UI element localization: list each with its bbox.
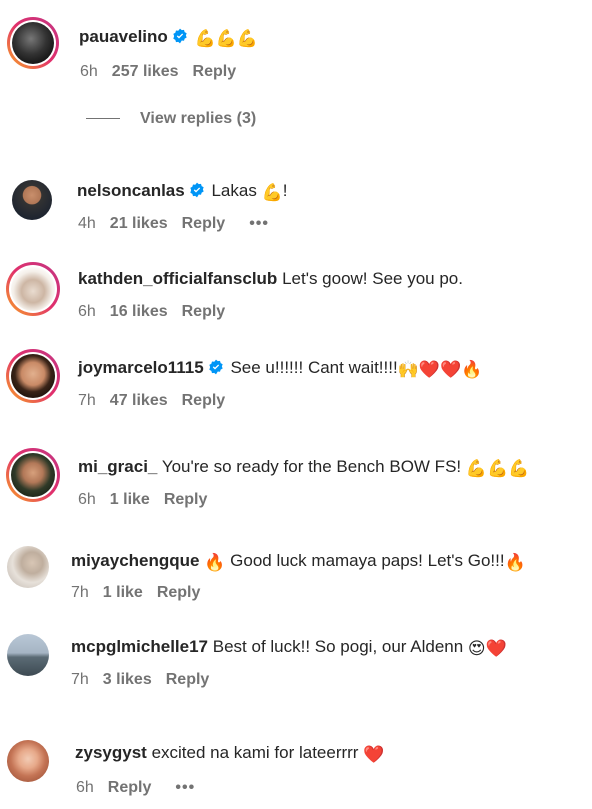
avatar[interactable] bbox=[12, 180, 52, 220]
avatar[interactable] bbox=[7, 634, 49, 676]
likes-count[interactable]: 3 likes bbox=[103, 671, 152, 688]
verified-badge-icon bbox=[190, 182, 204, 198]
comment-emoji: 💪 bbox=[261, 183, 283, 202]
reply-button[interactable]: Reply bbox=[166, 671, 210, 688]
timestamp: 6h bbox=[78, 303, 96, 320]
comment-text: See u!!!!!! Cant wait!!!! bbox=[230, 358, 398, 377]
comment-text: Let's goow! See you po. bbox=[282, 269, 463, 288]
comment-emoji: 💪💪💪 bbox=[465, 459, 530, 478]
reply-button[interactable]: Reply bbox=[182, 392, 226, 409]
username[interactable]: mi_graci_ bbox=[78, 457, 157, 476]
timestamp: 6h bbox=[78, 491, 96, 508]
timestamp: 6h bbox=[76, 779, 94, 796]
comment-emoji: 🔥 bbox=[504, 553, 526, 572]
comment-text: You're so ready for the Bench BOW FS! bbox=[161, 457, 462, 476]
likes-count[interactable]: 1 like bbox=[103, 584, 143, 601]
verified-badge-icon bbox=[173, 28, 187, 44]
divider bbox=[86, 118, 120, 120]
likes-count[interactable]: 16 likes bbox=[110, 303, 168, 320]
comment-emoji: 😍❤️ bbox=[467, 639, 507, 658]
comment-emoji: 💪💪💪 bbox=[194, 29, 259, 48]
reply-button[interactable]: Reply bbox=[182, 303, 226, 320]
username[interactable]: pauavelino bbox=[79, 27, 168, 46]
comment-text: Lakas bbox=[211, 181, 257, 200]
avatar[interactable] bbox=[6, 262, 60, 316]
username[interactable]: miyaychengque bbox=[71, 551, 200, 570]
more-options-icon[interactable]: ••• bbox=[175, 778, 195, 798]
timestamp: 6h bbox=[80, 63, 98, 80]
username[interactable]: mcpglmichelle17 bbox=[71, 637, 208, 656]
likes-count[interactable]: 257 likes bbox=[112, 63, 179, 80]
view-replies-label[interactable]: View replies (3) bbox=[140, 110, 256, 127]
username[interactable]: nelsoncanlas bbox=[77, 181, 185, 200]
likes-count[interactable]: 21 likes bbox=[110, 215, 168, 232]
comment-emoji: ❤️ bbox=[363, 745, 385, 764]
avatar[interactable] bbox=[6, 448, 60, 502]
comment-text: Best of luck!! So pogi, our Aldenn bbox=[212, 637, 464, 656]
likes-count[interactable]: 1 like bbox=[110, 491, 150, 508]
reply-button[interactable]: Reply bbox=[164, 491, 208, 508]
reply-button[interactable]: Reply bbox=[182, 215, 226, 232]
comment-emoji: 🔥 bbox=[204, 553, 226, 572]
avatar[interactable] bbox=[6, 349, 60, 403]
reply-button[interactable]: Reply bbox=[108, 779, 152, 796]
timestamp: 7h bbox=[71, 671, 89, 688]
comment-text: Good luck mamaya paps! Let's Go!!! bbox=[230, 551, 505, 570]
comment-emoji: 🙌❤️❤️🔥 bbox=[397, 360, 483, 379]
timestamp: 7h bbox=[78, 392, 96, 409]
timestamp: 7h bbox=[71, 584, 89, 601]
avatar[interactable] bbox=[7, 17, 59, 69]
more-options-icon[interactable]: ••• bbox=[249, 214, 269, 234]
avatar[interactable] bbox=[7, 740, 49, 782]
username[interactable]: kathden_officialfansclub bbox=[78, 269, 277, 288]
reply-button[interactable]: Reply bbox=[157, 584, 201, 601]
timestamp: 4h bbox=[78, 215, 96, 232]
verified-badge-icon bbox=[209, 359, 223, 375]
comment-suffix: ! bbox=[282, 181, 288, 200]
username[interactable]: zysygyst bbox=[75, 743, 147, 762]
username[interactable]: joymarcelo1115 bbox=[78, 358, 204, 377]
likes-count[interactable]: 47 likes bbox=[110, 392, 168, 409]
avatar[interactable] bbox=[7, 546, 49, 588]
reply-button[interactable]: Reply bbox=[193, 63, 237, 80]
view-replies-button[interactable]: View replies (3) bbox=[86, 110, 256, 128]
comment-text: excited na kami for lateerrrr bbox=[151, 743, 359, 762]
